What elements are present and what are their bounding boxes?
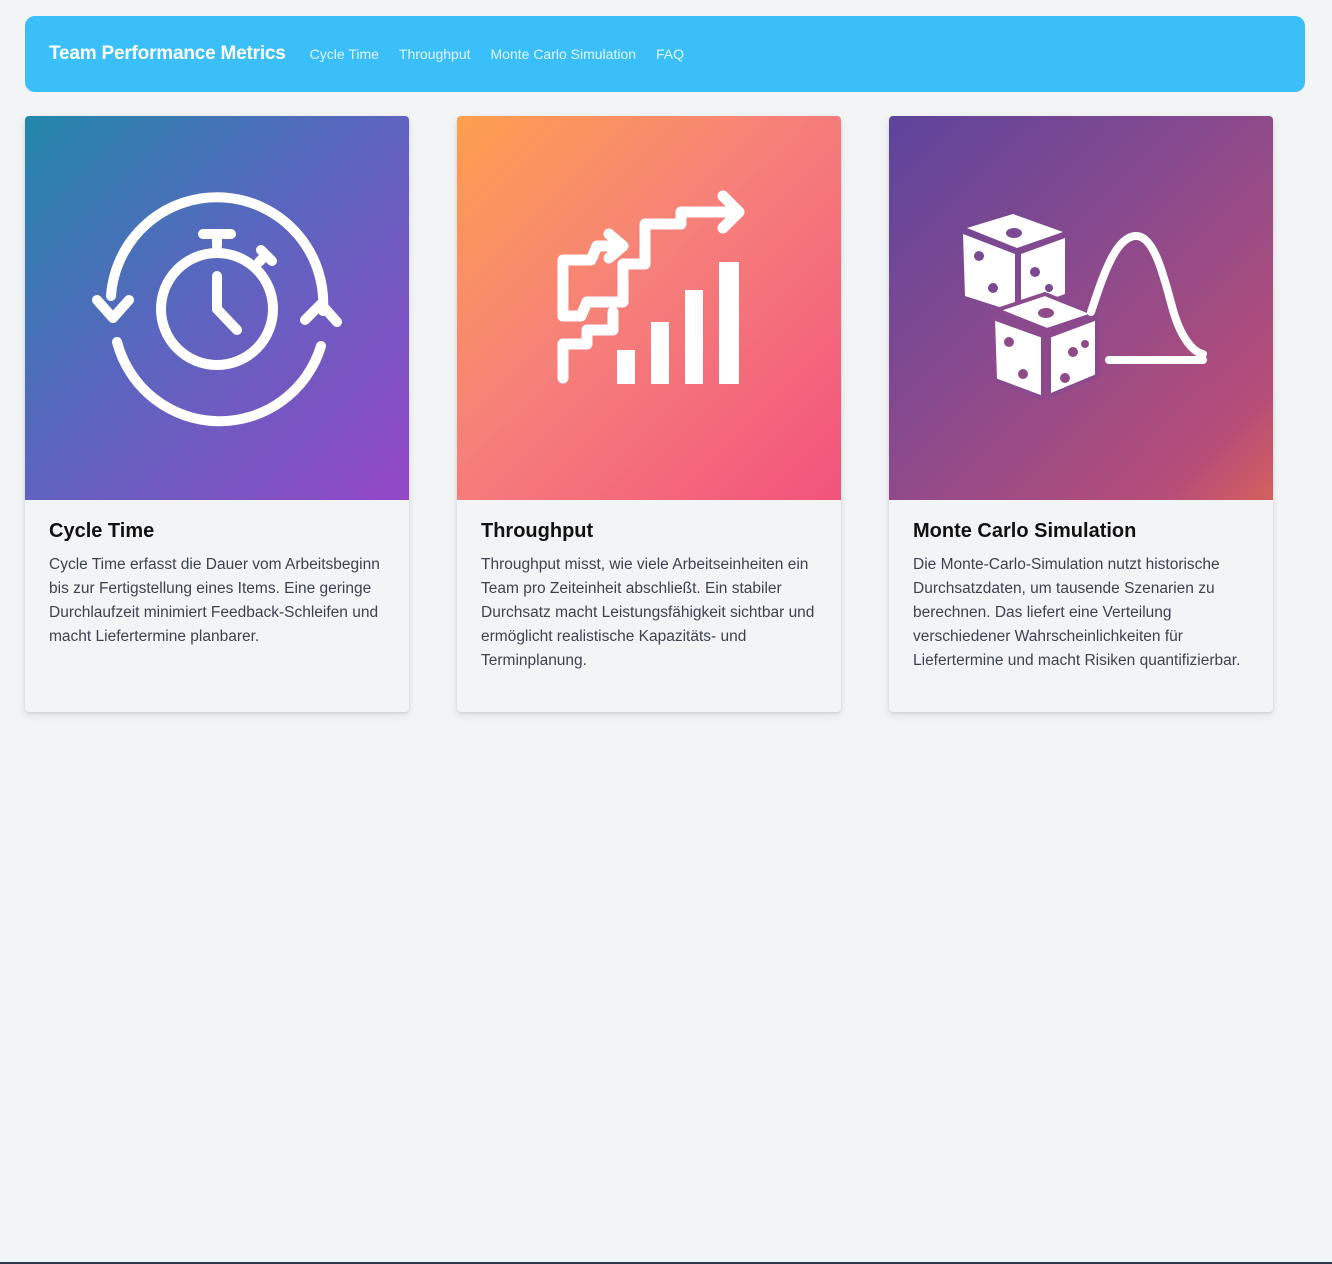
card-image-cycle-time xyxy=(25,116,409,500)
card-body-throughput: Throughput Throughput misst, wie viele A… xyxy=(457,500,841,673)
card-cycle-time: Cycle Time Cycle Time erfasst die Dauer … xyxy=(25,116,409,712)
card-title: Throughput xyxy=(481,520,594,542)
card-text: Cycle Time erfasst die Dauer vom Arbeits… xyxy=(49,556,380,645)
nav-link-cycle-time[interactable]: Cycle Time xyxy=(310,46,379,62)
page: Team Performance Metrics Cycle Time Thro… xyxy=(0,0,1332,1264)
card-image-monte-carlo xyxy=(889,116,1273,500)
card-text: Throughput misst, wie viele Arbeitseinhe… xyxy=(481,556,815,669)
dice-distribution-icon xyxy=(963,214,1207,401)
stopwatch-cycle-icon xyxy=(92,192,342,427)
nav-link-monte-carlo[interactable]: Monte Carlo Simulation xyxy=(491,46,637,62)
throughput-chart-icon xyxy=(557,190,745,384)
card-body-cycle-time: Cycle Time Cycle Time erfasst die Dauer … xyxy=(25,500,409,649)
brand-link[interactable]: Team Performance Metrics xyxy=(49,43,286,65)
card-text: Die Monte-Carlo-Simulation nutzt histori… xyxy=(913,556,1241,669)
card-title: Cycle Time xyxy=(49,520,155,542)
card-throughput: Throughput Throughput misst, wie viele A… xyxy=(457,116,841,712)
card-monte-carlo: Monte Carlo Simulation Die Monte-Carlo-S… xyxy=(889,116,1273,712)
card-image-throughput xyxy=(457,116,841,500)
nav-link-faq[interactable]: FAQ xyxy=(656,46,684,62)
card-title: Monte Carlo Simulation xyxy=(913,520,1137,542)
card-body-monte-carlo: Monte Carlo Simulation Die Monte-Carlo-S… xyxy=(889,500,1273,673)
nav-link-throughput[interactable]: Throughput xyxy=(399,46,471,62)
top-navbar: Team Performance Metrics Cycle Time Thro… xyxy=(25,16,1305,92)
